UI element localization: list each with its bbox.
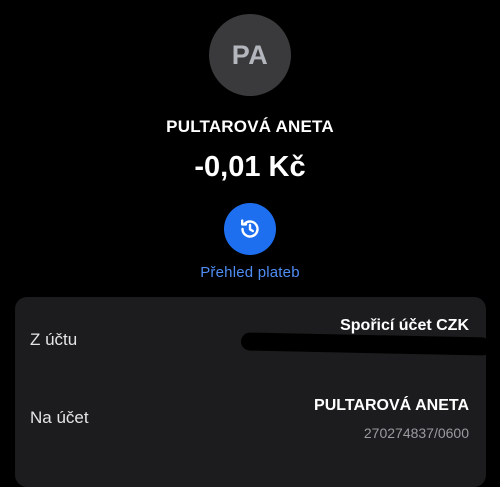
payee-name: PULTAROVÁ ANETA	[166, 117, 334, 136]
from-account-name: Spořicí účet CZK	[340, 317, 469, 334]
payee-avatar: PA	[209, 14, 291, 96]
to-account-label: Na účet	[30, 408, 89, 427]
avatar-initials: PA	[231, 39, 269, 70]
payment-amount: -0,01 Kč	[194, 151, 306, 183]
payment-details-card: Z účtu Spořicí účet CZK Na účet PULTAROV…	[15, 297, 492, 487]
history-icon	[240, 219, 259, 238]
redacted-account-number	[240, 332, 492, 356]
to-account-number: 270274837/0600	[363, 425, 469, 441]
payment-history-link[interactable]: Přehled plateb	[0, 264, 500, 281]
payment-history-button[interactable]	[224, 203, 276, 255]
to-account-name: PULTAROVÁ ANETA	[314, 397, 469, 414]
from-account-label: Z účtu	[30, 330, 78, 349]
